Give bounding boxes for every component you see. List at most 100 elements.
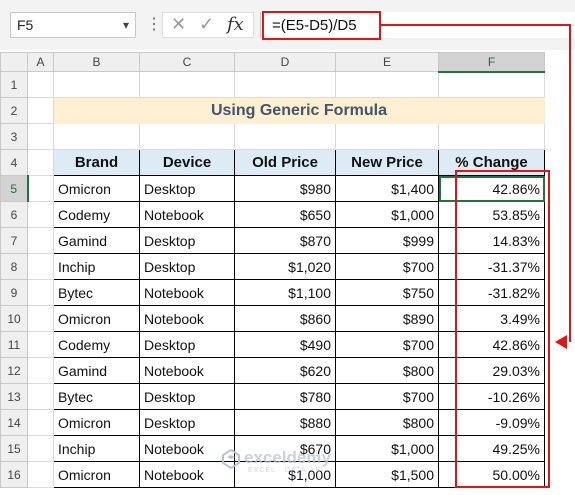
row-header-11[interactable]: 11 — [0, 331, 28, 358]
table-cell[interactable]: Inchip — [53, 253, 140, 280]
cell-a10[interactable] — [27, 305, 54, 332]
cell-a16[interactable] — [27, 461, 54, 488]
table-cell[interactable]: $800 — [335, 357, 439, 384]
table-cell[interactable]: Bytec — [53, 383, 140, 410]
table-cell[interactable]: $650 — [234, 201, 336, 228]
percent-change-cell[interactable]: 14.83% — [438, 227, 545, 254]
cell-a3[interactable] — [27, 123, 54, 150]
empty-cell[interactable] — [335, 71, 439, 98]
row-header-6[interactable]: 6 — [0, 201, 28, 228]
cell-a8[interactable] — [27, 253, 54, 280]
row-header-3[interactable]: 3 — [0, 123, 28, 150]
table-header-4[interactable]: % Change — [438, 149, 545, 176]
row-header-16[interactable]: 16 — [0, 461, 28, 488]
table-cell[interactable]: $800 — [335, 409, 439, 436]
row-header-8[interactable]: 8 — [0, 253, 28, 280]
row-header-4[interactable]: 4 — [0, 149, 28, 176]
row-header-1[interactable]: 1 — [0, 71, 28, 98]
percent-change-cell[interactable]: 53.85% — [438, 201, 545, 228]
percent-change-cell[interactable]: 49.25% — [438, 435, 545, 462]
table-header-1[interactable]: Device — [139, 149, 235, 176]
table-cell[interactable]: $1,000 — [335, 435, 439, 462]
table-cell[interactable]: Omicron — [53, 409, 140, 436]
table-cell[interactable]: $700 — [335, 383, 439, 410]
table-cell[interactable]: Notebook — [139, 357, 235, 384]
empty-cell[interactable] — [335, 123, 439, 150]
cell-a4[interactable] — [27, 149, 54, 176]
empty-cell[interactable] — [438, 123, 545, 150]
table-cell[interactable]: $750 — [335, 279, 439, 306]
formula-text[interactable]: =(E5-D5)/D5 — [262, 11, 381, 40]
table-cell[interactable]: Gamind — [53, 357, 140, 384]
table-cell[interactable]: $980 — [234, 175, 336, 202]
empty-cell[interactable] — [234, 71, 336, 98]
table-cell[interactable]: $1,100 — [234, 279, 336, 306]
cell-a14[interactable] — [27, 409, 54, 436]
cell-a2[interactable] — [27, 97, 54, 124]
table-cell[interactable]: $780 — [234, 383, 336, 410]
percent-change-cell[interactable]: -31.82% — [438, 279, 545, 306]
table-cell[interactable]: $490 — [234, 331, 336, 358]
empty-cell[interactable] — [234, 123, 336, 150]
cancel-icon[interactable]: ✕ — [171, 14, 186, 35]
table-header-0[interactable]: Brand — [53, 149, 140, 176]
cell-a9[interactable] — [27, 279, 54, 306]
table-cell[interactable]: Codemy — [53, 331, 140, 358]
empty-cell[interactable] — [139, 123, 235, 150]
chevron-down-icon[interactable]: ▾ — [123, 13, 129, 37]
cell-a1[interactable] — [27, 71, 54, 98]
sheet-title[interactable]: Using Generic Formula — [53, 97, 545, 124]
enter-icon[interactable]: ✓ — [199, 14, 214, 35]
more-options-icon[interactable]: ⋮ — [146, 14, 162, 34]
row-header-9[interactable]: 9 — [0, 279, 28, 306]
select-all-corner[interactable] — [0, 52, 28, 72]
insert-function-icon[interactable]: fx — [227, 14, 244, 35]
cell-a15[interactable] — [27, 435, 54, 462]
row-header-12[interactable]: 12 — [0, 357, 28, 384]
row-header-5[interactable]: 5 — [0, 175, 29, 202]
table-cell[interactable]: Desktop — [139, 253, 235, 280]
table-cell[interactable]: $880 — [234, 409, 336, 436]
row-header-14[interactable]: 14 — [0, 409, 28, 436]
empty-cell[interactable] — [139, 71, 235, 98]
column-header-d[interactable]: D — [234, 52, 336, 72]
table-cell[interactable]: $1,500 — [335, 461, 439, 488]
cell-a12[interactable] — [27, 357, 54, 384]
table-cell[interactable]: $870 — [234, 227, 336, 254]
table-cell[interactable]: Desktop — [139, 409, 235, 436]
cell-a5[interactable] — [27, 175, 54, 202]
table-cell[interactable]: Inchip — [53, 435, 140, 462]
name-box[interactable]: F5 ▾ — [10, 12, 136, 38]
percent-change-cell[interactable]: 42.86% — [438, 331, 545, 358]
percent-change-cell[interactable]: -9.09% — [438, 409, 545, 436]
percent-change-cell[interactable]: 50.00% — [438, 461, 545, 488]
cell-a6[interactable] — [27, 201, 54, 228]
table-cell[interactable]: $1,020 — [234, 253, 336, 280]
cell-a11[interactable] — [27, 331, 54, 358]
row-header-15[interactable]: 15 — [0, 435, 28, 462]
table-cell[interactable]: Notebook — [139, 201, 235, 228]
row-header-13[interactable]: 13 — [0, 383, 28, 410]
empty-cell[interactable] — [438, 71, 545, 98]
table-cell[interactable]: Omicron — [53, 305, 140, 332]
cell-a13[interactable] — [27, 383, 54, 410]
empty-cell[interactable] — [53, 123, 140, 150]
percent-change-cell[interactable]: 29.03% — [438, 357, 545, 384]
row-header-2[interactable]: 2 — [0, 97, 28, 124]
cell-a7[interactable] — [27, 227, 54, 254]
percent-change-cell[interactable]: -10.26% — [438, 383, 545, 410]
table-cell[interactable]: Omicron — [53, 461, 140, 488]
table-cell[interactable]: Omicron — [53, 175, 140, 202]
percent-change-cell[interactable]: 3.49% — [438, 305, 545, 332]
table-cell[interactable]: Desktop — [139, 175, 235, 202]
column-header-c[interactable]: C — [139, 52, 235, 72]
percent-change-cell[interactable]: -31.37% — [438, 253, 545, 280]
table-cell[interactable]: $1,400 — [335, 175, 439, 202]
table-cell[interactable]: $700 — [335, 253, 439, 280]
column-header-a[interactable]: A — [27, 52, 54, 72]
table-cell[interactable]: $860 — [234, 305, 336, 332]
row-header-10[interactable]: 10 — [0, 305, 28, 332]
table-header-2[interactable]: Old Price — [234, 149, 336, 176]
table-cell[interactable]: Codemy — [53, 201, 140, 228]
table-cell[interactable]: $890 — [335, 305, 439, 332]
